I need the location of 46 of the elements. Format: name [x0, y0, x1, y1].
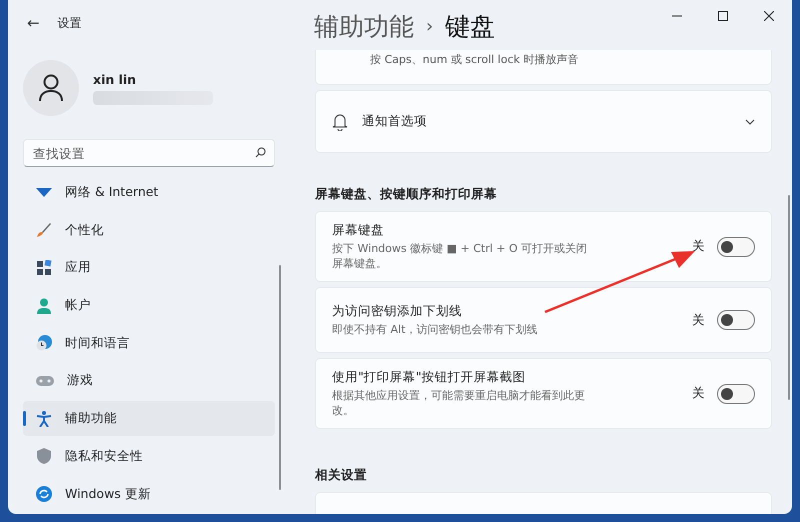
notification-preferences-row[interactable]: 通知首选项: [315, 90, 772, 153]
sidebar-item[interactable]: 时间和语言: [23, 326, 275, 361]
sidebar-item[interactable]: 游戏: [23, 363, 275, 398]
search-field[interactable]: 查找设置: [23, 139, 275, 167]
breadcrumb-separator: ›: [426, 16, 434, 37]
sidebar-item[interactable]: 个性化: [23, 212, 275, 248]
user-icon: [38, 74, 64, 102]
gamepad-icon: [36, 374, 54, 387]
selection-indicator: [23, 411, 26, 426]
update-icon: [36, 486, 52, 502]
toggle-state-label: 关: [692, 312, 705, 328]
apps-icon: [36, 260, 52, 276]
toggle-switch[interactable]: [717, 310, 755, 330]
page-title: 键盘: [445, 11, 496, 43]
user-name: xin lin: [93, 72, 138, 86]
toggle-state-label: 关: [692, 385, 705, 402]
toggle-switch[interactable]: [717, 236, 755, 256]
maximize-icon: [718, 11, 728, 21]
sidebar-item[interactable]: 网络 & Internet: [23, 175, 275, 210]
window-title: 设置: [58, 14, 82, 32]
toggle-switch[interactable]: [717, 384, 755, 404]
setting-title: 为访问密钥添加下划线: [332, 303, 463, 320]
person-icon: [36, 298, 52, 314]
search-icon: [255, 147, 266, 158]
sidebar-item[interactable]: Windows 更新: [23, 476, 275, 512]
section-heading: 屏幕键盘、按键顺序和打印屏幕: [315, 186, 498, 203]
breadcrumb-parent[interactable]: 辅助功能: [314, 10, 414, 43]
shield-icon: [36, 448, 52, 464]
setting-title: 使用"打印屏幕"按钮打开屏幕截图: [332, 369, 526, 386]
close-icon: [764, 11, 774, 21]
bell-icon: [332, 112, 348, 130]
sidebar-item[interactable]: 隐私和安全性: [23, 438, 275, 474]
toggle-state-label: 关: [692, 238, 705, 255]
setting-description: 根据其他应用设置，可能需要重启电脑才能看到此更改。: [332, 388, 586, 418]
globe-clock-icon: [36, 335, 52, 352]
sidebar-item[interactable]: 应用: [23, 250, 275, 286]
sidebar-item[interactable]: 辅助功能: [23, 401, 275, 436]
sidebar-item[interactable]: 帐户: [23, 288, 275, 324]
setting-description: 按下 Windows 徽标键 ■ + Ctrl + O 可打开或关闭屏幕键盘。: [332, 241, 588, 271]
setting-description: 按 Caps、num 或 scroll lock 时播放声音: [370, 52, 578, 67]
setting-description: 即使不持有 Alt，访问密钥也会带有下划线: [332, 322, 538, 337]
brush-icon: [36, 222, 52, 238]
accessibility-icon: [36, 410, 52, 427]
section-heading: 相关设置: [315, 467, 368, 484]
setting-title: 屏幕键盘: [332, 222, 385, 239]
back-button[interactable]: ←: [27, 14, 40, 32]
